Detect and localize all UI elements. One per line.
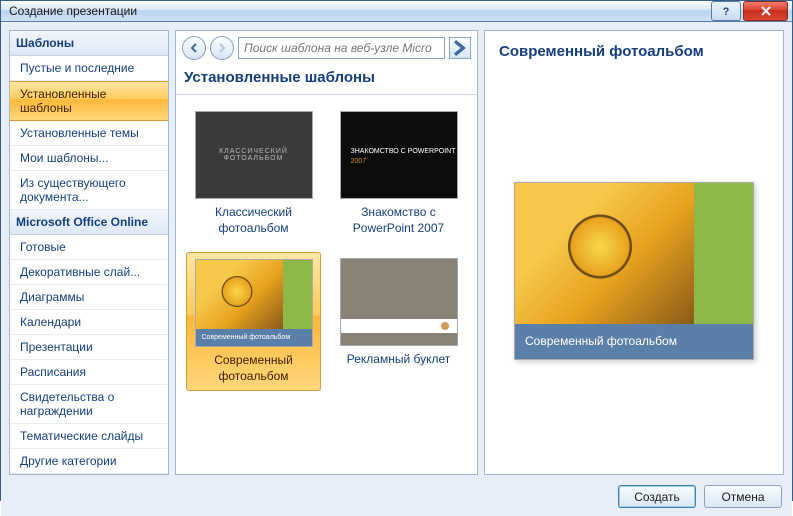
close-button[interactable]: [743, 1, 788, 21]
sidebar-header-templates: Шаблоны: [10, 31, 168, 56]
arrow-right-icon: [216, 42, 228, 54]
cancel-button[interactable]: Отмена: [704, 485, 782, 508]
sidebar-item-installed-templates[interactable]: Установленные шаблоны: [10, 81, 168, 121]
sidebar: Шаблоны Пустые и последние Установленные…: [9, 30, 169, 475]
center-pane: Установленные шаблоны КЛАССИЧЕСКИЙ ФОТОА…: [175, 30, 478, 475]
search-input[interactable]: [238, 37, 445, 59]
sidebar-item-decorative[interactable]: Декоративные слай...: [10, 260, 168, 285]
center-title: Установленные шаблоны: [176, 65, 477, 95]
arrow-left-icon: [188, 42, 200, 54]
sidebar-item-schedules[interactable]: Расписания: [10, 360, 168, 385]
nav-forward-button[interactable]: [210, 36, 234, 60]
help-button[interactable]: ?: [711, 1, 741, 21]
template-label: Классический фотоальбом: [192, 205, 315, 236]
template-grid: КЛАССИЧЕСКИЙ ФОТОАЛЬБОМ Классический фот…: [176, 95, 477, 474]
dialog-content: Шаблоны Пустые и последние Установленные…: [1, 22, 792, 516]
sidebar-item-diagrams[interactable]: Диаграммы: [10, 285, 168, 310]
window-title: Создание презентации: [9, 4, 709, 18]
sidebar-item-award-certificates[interactable]: Свидетельства о награждении: [10, 385, 168, 424]
nav-back-button[interactable]: [182, 36, 206, 60]
sidebar-item-blank[interactable]: Пустые и последние: [10, 56, 168, 81]
sidebar-item-installed-themes[interactable]: Установленные темы: [10, 121, 168, 146]
template-thumbnail: ЗНАКОМСТВО С POWERPOINT 2007: [340, 111, 458, 199]
template-thumbnail: [340, 258, 458, 346]
preview-title: Современный фотоальбом: [485, 31, 783, 68]
sidebar-item-my-templates[interactable]: Мои шаблоны...: [10, 146, 168, 171]
sidebar-header-office-online: Microsoft Office Online: [10, 210, 168, 235]
svg-text:?: ?: [723, 6, 730, 17]
titlebar: Создание презентации ?: [1, 1, 792, 22]
template-thumbnail: Современный фотоальбом: [195, 259, 313, 347]
template-ad-booklet[interactable]: Рекламный буклет: [331, 252, 466, 391]
sidebar-item-from-existing[interactable]: Из существующего документа...: [10, 171, 168, 210]
template-label: Знакомство с PowerPoint 2007: [337, 205, 460, 236]
dialog-window: Создание презентации ? Шаблоны Пустые и …: [0, 0, 793, 501]
arrow-right-icon: [450, 38, 470, 58]
template-classic-photo-album[interactable]: КЛАССИЧЕСКИЙ ФОТОАЛЬБОМ Классический фот…: [186, 105, 321, 242]
sidebar-item-featured[interactable]: Готовые: [10, 235, 168, 260]
sidebar-item-thematic-slides[interactable]: Тематические слайды: [10, 424, 168, 449]
preview-thumbnail: Современный фотоальбом: [514, 182, 754, 360]
sidebar-item-other-categories[interactable]: Другие категории: [10, 449, 168, 474]
template-modern-photo-album[interactable]: Современный фотоальбом Современный фотоа…: [186, 252, 321, 391]
preview-pane: Современный фотоальбом Современный фотоа…: [484, 30, 784, 475]
sidebar-item-presentations[interactable]: Презентации: [10, 335, 168, 360]
template-powerpoint-2007-intro[interactable]: ЗНАКОМСТВО С POWERPOINT 2007 Знакомство …: [331, 105, 466, 242]
sidebar-item-calendars[interactable]: Календари: [10, 310, 168, 335]
template-label: Рекламный буклет: [347, 352, 451, 368]
template-label: Современный фотоальбом: [193, 353, 314, 384]
template-thumbnail: КЛАССИЧЕСКИЙ ФОТОАЛЬБОМ: [195, 111, 313, 199]
create-button[interactable]: Создать: [618, 485, 696, 508]
search-go-button[interactable]: [449, 37, 471, 59]
dialog-buttons: Создать Отмена: [9, 481, 784, 508]
